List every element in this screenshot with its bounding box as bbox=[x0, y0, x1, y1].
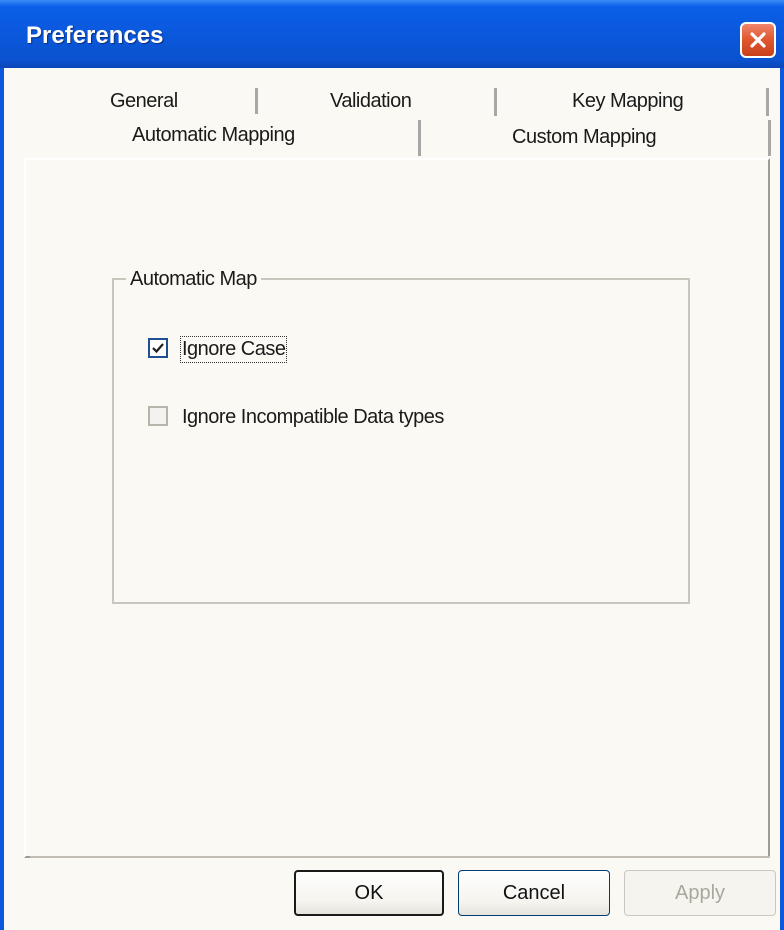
groupbox-label: Automatic Map bbox=[126, 268, 261, 291]
tab-separator bbox=[255, 88, 258, 114]
ignore-incompatible-checkbox[interactable] bbox=[148, 406, 168, 426]
automatic-map-groupbox bbox=[112, 278, 690, 604]
checkmark-icon bbox=[152, 343, 164, 354]
ignore-incompatible-label[interactable]: Ignore Incompatible Data types bbox=[182, 406, 444, 429]
ignore-case-checkbox[interactable] bbox=[148, 338, 168, 358]
close-icon bbox=[750, 32, 766, 48]
tab-separator bbox=[768, 120, 771, 156]
tab-separator bbox=[494, 88, 497, 116]
window-frame-right bbox=[780, 68, 784, 930]
tab-custom-mapping[interactable]: Custom Mapping bbox=[512, 126, 657, 149]
bottom-separator bbox=[30, 856, 770, 858]
tab-key-mapping[interactable]: Key Mapping bbox=[572, 90, 684, 113]
ok-button[interactable]: OK bbox=[294, 870, 444, 916]
ignore-case-label[interactable]: Ignore Case bbox=[179, 336, 288, 363]
preferences-dialog: Preferences General Validation Key Mappi… bbox=[0, 0, 784, 930]
tab-general[interactable]: General bbox=[110, 90, 178, 113]
title-bar[interactable]: Preferences bbox=[0, 0, 784, 68]
tab-separator bbox=[766, 88, 769, 116]
tab-validation[interactable]: Validation bbox=[330, 90, 412, 113]
window-title: Preferences bbox=[26, 22, 164, 49]
cancel-button[interactable]: Cancel bbox=[458, 870, 610, 916]
window-frame-left bbox=[0, 68, 4, 930]
apply-button[interactable]: Apply bbox=[624, 870, 776, 916]
close-button[interactable] bbox=[740, 22, 776, 58]
tab-automatic-mapping[interactable]: Automatic Mapping bbox=[132, 124, 295, 147]
tab-separator bbox=[418, 120, 421, 156]
